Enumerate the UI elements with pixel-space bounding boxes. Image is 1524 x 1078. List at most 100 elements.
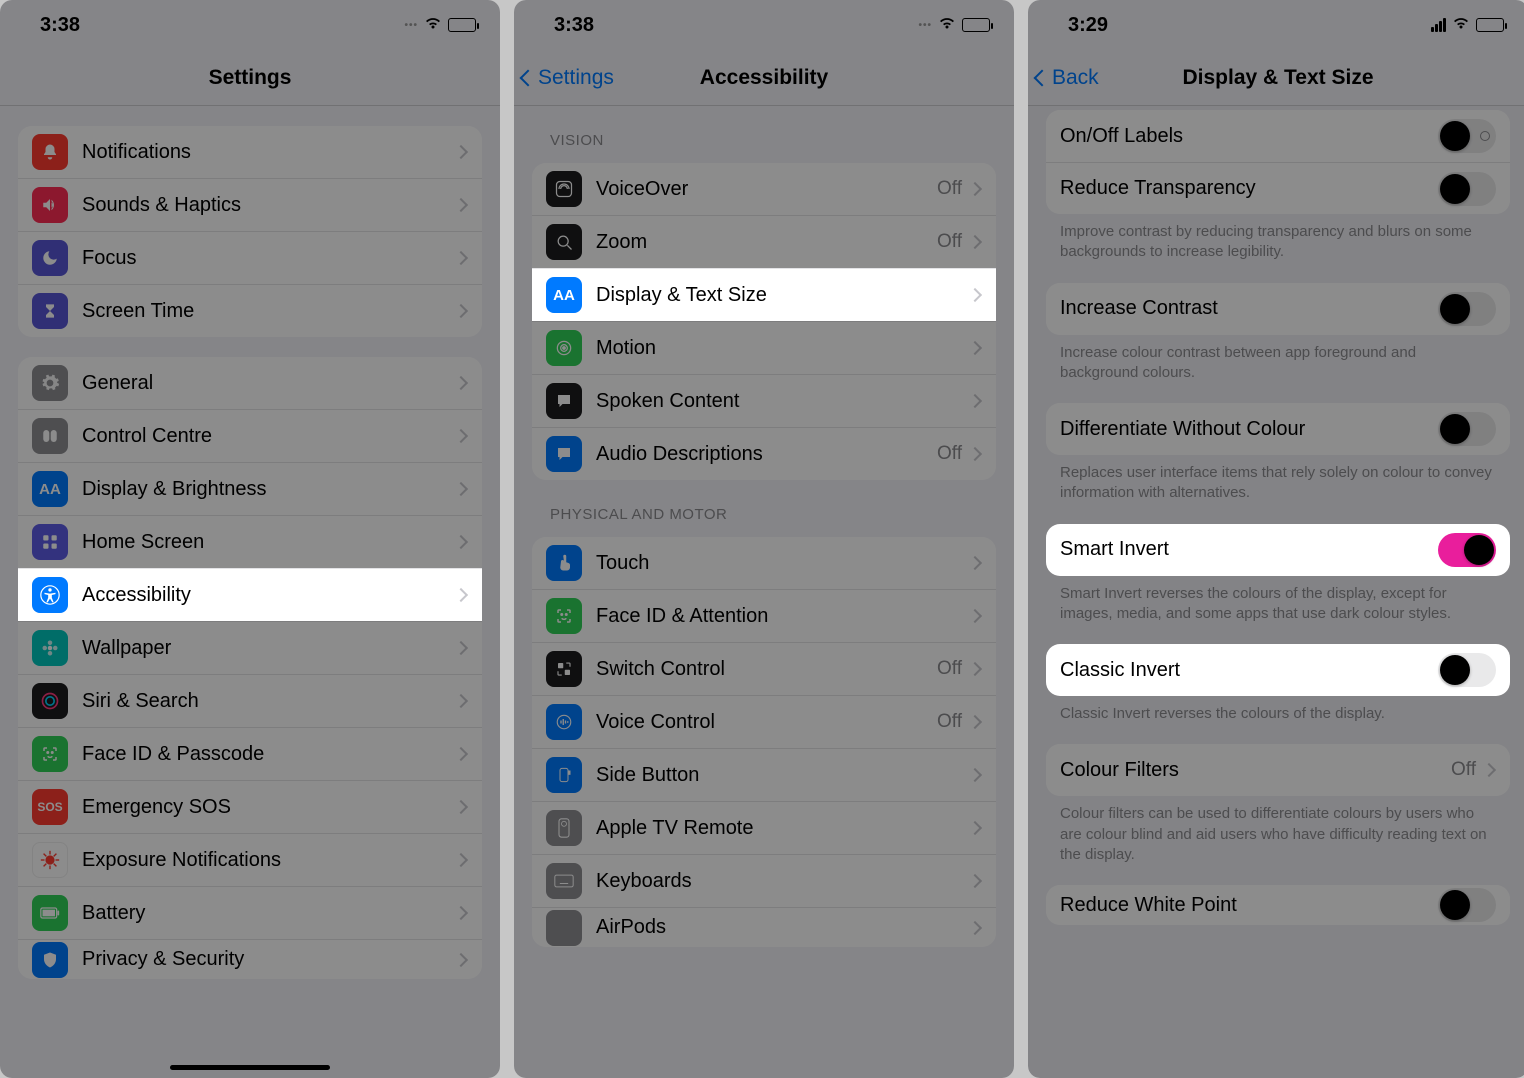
row-faceid[interactable]: Face ID & Passcode [18,727,482,780]
airpods-icon [546,910,582,946]
row-switch-control[interactable]: Switch ControlOff [532,642,996,695]
chevron-icon [968,341,982,355]
grid-icon [32,524,68,560]
row-audio-descriptions[interactable]: Audio DescriptionsOff [532,427,996,480]
chevron-icon [968,182,982,196]
row-appletv-remote[interactable]: Apple TV Remote [532,801,996,854]
row-spoken-content[interactable]: Spoken Content [532,374,996,427]
back-button[interactable]: Back [1036,66,1099,90]
chevron-icon [968,874,982,888]
chevron-icon [454,952,468,966]
hand-icon [32,942,68,978]
sos-icon: SOS [32,789,68,825]
display-text-list[interactable]: On/Off Labels Reduce Transparency Improv… [1028,106,1524,1078]
row-sos[interactable]: SOSEmergency SOS [18,780,482,833]
flower-icon [32,630,68,666]
row-label: Motion [596,337,970,360]
row-value: Off [937,711,962,733]
row-motion[interactable]: Motion [532,321,996,374]
row-notifications[interactable]: Notifications [18,126,482,178]
differentiate-colour-toggle[interactable] [1438,412,1496,446]
reduce-white-toggle[interactable] [1438,888,1496,922]
row-classic-invert[interactable]: Classic Invert [1046,644,1510,696]
accessibility-list[interactable]: VISION VoiceOverOff ZoomOff AADisplay & … [514,106,1014,1078]
row-label: Zoom [596,231,937,254]
row-onoff-labels[interactable]: On/Off Labels [1046,110,1510,162]
row-control-centre[interactable]: Control Centre [18,409,482,462]
row-exposure[interactable]: Exposure Notifications [18,833,482,886]
back-label: Settings [538,66,614,90]
status-indicators [1431,16,1504,35]
row-keyboards[interactable]: Keyboards [532,854,996,907]
hourglass-icon [32,293,68,329]
increase-contrast-toggle[interactable] [1438,292,1496,326]
chevron-left-icon [520,69,537,86]
row-label: Focus [82,247,456,270]
row-colour-filters[interactable]: Colour Filters Off [1046,744,1510,796]
row-zoom[interactable]: ZoomOff [532,215,996,268]
row-reduce-transparency[interactable]: Reduce Transparency [1046,162,1510,214]
touch-icon [546,545,582,581]
battery-icon [1476,18,1504,32]
row-label: Home Screen [82,531,456,554]
row-airpods[interactable]: AirPods [532,907,996,947]
chevron-icon [454,853,468,867]
status-time: 3:38 [554,14,594,37]
wifi-icon [424,16,442,35]
settings-list[interactable]: Notifications Sounds & Haptics Focus Scr… [0,106,500,1078]
back-button[interactable]: Settings [522,66,614,90]
row-label: Colour Filters [1060,759,1451,782]
row-value: Off [1451,759,1476,781]
motor-group: Touch Face ID & Attention Switch Control… [532,537,996,947]
row-side-button[interactable]: Side Button [532,748,996,801]
row-privacy[interactable]: Privacy & Security [18,939,482,979]
wifi-icon [938,16,956,35]
chevron-icon [454,482,468,496]
row-accessibility[interactable]: Accessibility [18,568,482,621]
home-indicator[interactable] [170,1065,330,1070]
page-title: Accessibility [700,66,828,90]
row-label: Sounds & Haptics [82,194,456,217]
row-siri[interactable]: Siri & Search [18,674,482,727]
row-display-text-size[interactable]: AADisplay & Text Size [532,268,996,321]
text-size-icon: AA [546,277,582,313]
row-general[interactable]: General [18,357,482,409]
row-faceid-attention[interactable]: Face ID & Attention [532,589,996,642]
footer-increase-contrast: Increase colour contrast between app for… [1060,343,1496,384]
row-display-brightness[interactable]: AADisplay & Brightness [18,462,482,515]
row-smart-invert[interactable]: Smart Invert [1046,524,1510,576]
chevron-icon [454,694,468,708]
footer-classic-invert: Classic Invert reverses the colours of t… [1060,704,1496,724]
smart-invert-toggle[interactable] [1438,533,1496,567]
onoff-labels-toggle[interactable] [1438,119,1496,153]
row-label: Notifications [82,141,456,164]
row-label: Spoken Content [596,390,970,413]
row-battery[interactable]: Battery [18,886,482,939]
footer-smart-invert: Smart Invert reverses the colours of the… [1060,584,1496,625]
row-label: Privacy & Security [82,948,456,971]
row-sounds[interactable]: Sounds & Haptics [18,178,482,231]
row-label: Audio Descriptions [596,443,937,466]
row-increase-contrast[interactable]: Increase Contrast [1046,283,1510,335]
row-home-screen[interactable]: Home Screen [18,515,482,568]
row-diff-colour[interactable]: Differentiate Without Colour [1046,403,1510,455]
chevron-icon [454,747,468,761]
row-wallpaper[interactable]: Wallpaper [18,621,482,674]
status-bar: 3:38 ••• [514,0,1014,50]
row-label: Reduce White Point [1060,894,1438,917]
row-screentime[interactable]: Screen Time [18,284,482,337]
nav-bar: Settings [0,50,500,106]
siri-icon [32,683,68,719]
row-voice-control[interactable]: Voice ControlOff [532,695,996,748]
chevron-icon [454,376,468,390]
row-voiceover[interactable]: VoiceOverOff [532,163,996,215]
chevron-icon [454,198,468,212]
row-reduce-white[interactable]: Reduce White Point [1046,885,1510,925]
row-label: Increase Contrast [1060,297,1438,320]
row-focus[interactable]: Focus [18,231,482,284]
classic-invert-toggle[interactable] [1438,653,1496,687]
chevron-icon [454,641,468,655]
row-touch[interactable]: Touch [532,537,996,589]
reduce-transparency-toggle[interactable] [1438,172,1496,206]
chevron-icon [968,768,982,782]
